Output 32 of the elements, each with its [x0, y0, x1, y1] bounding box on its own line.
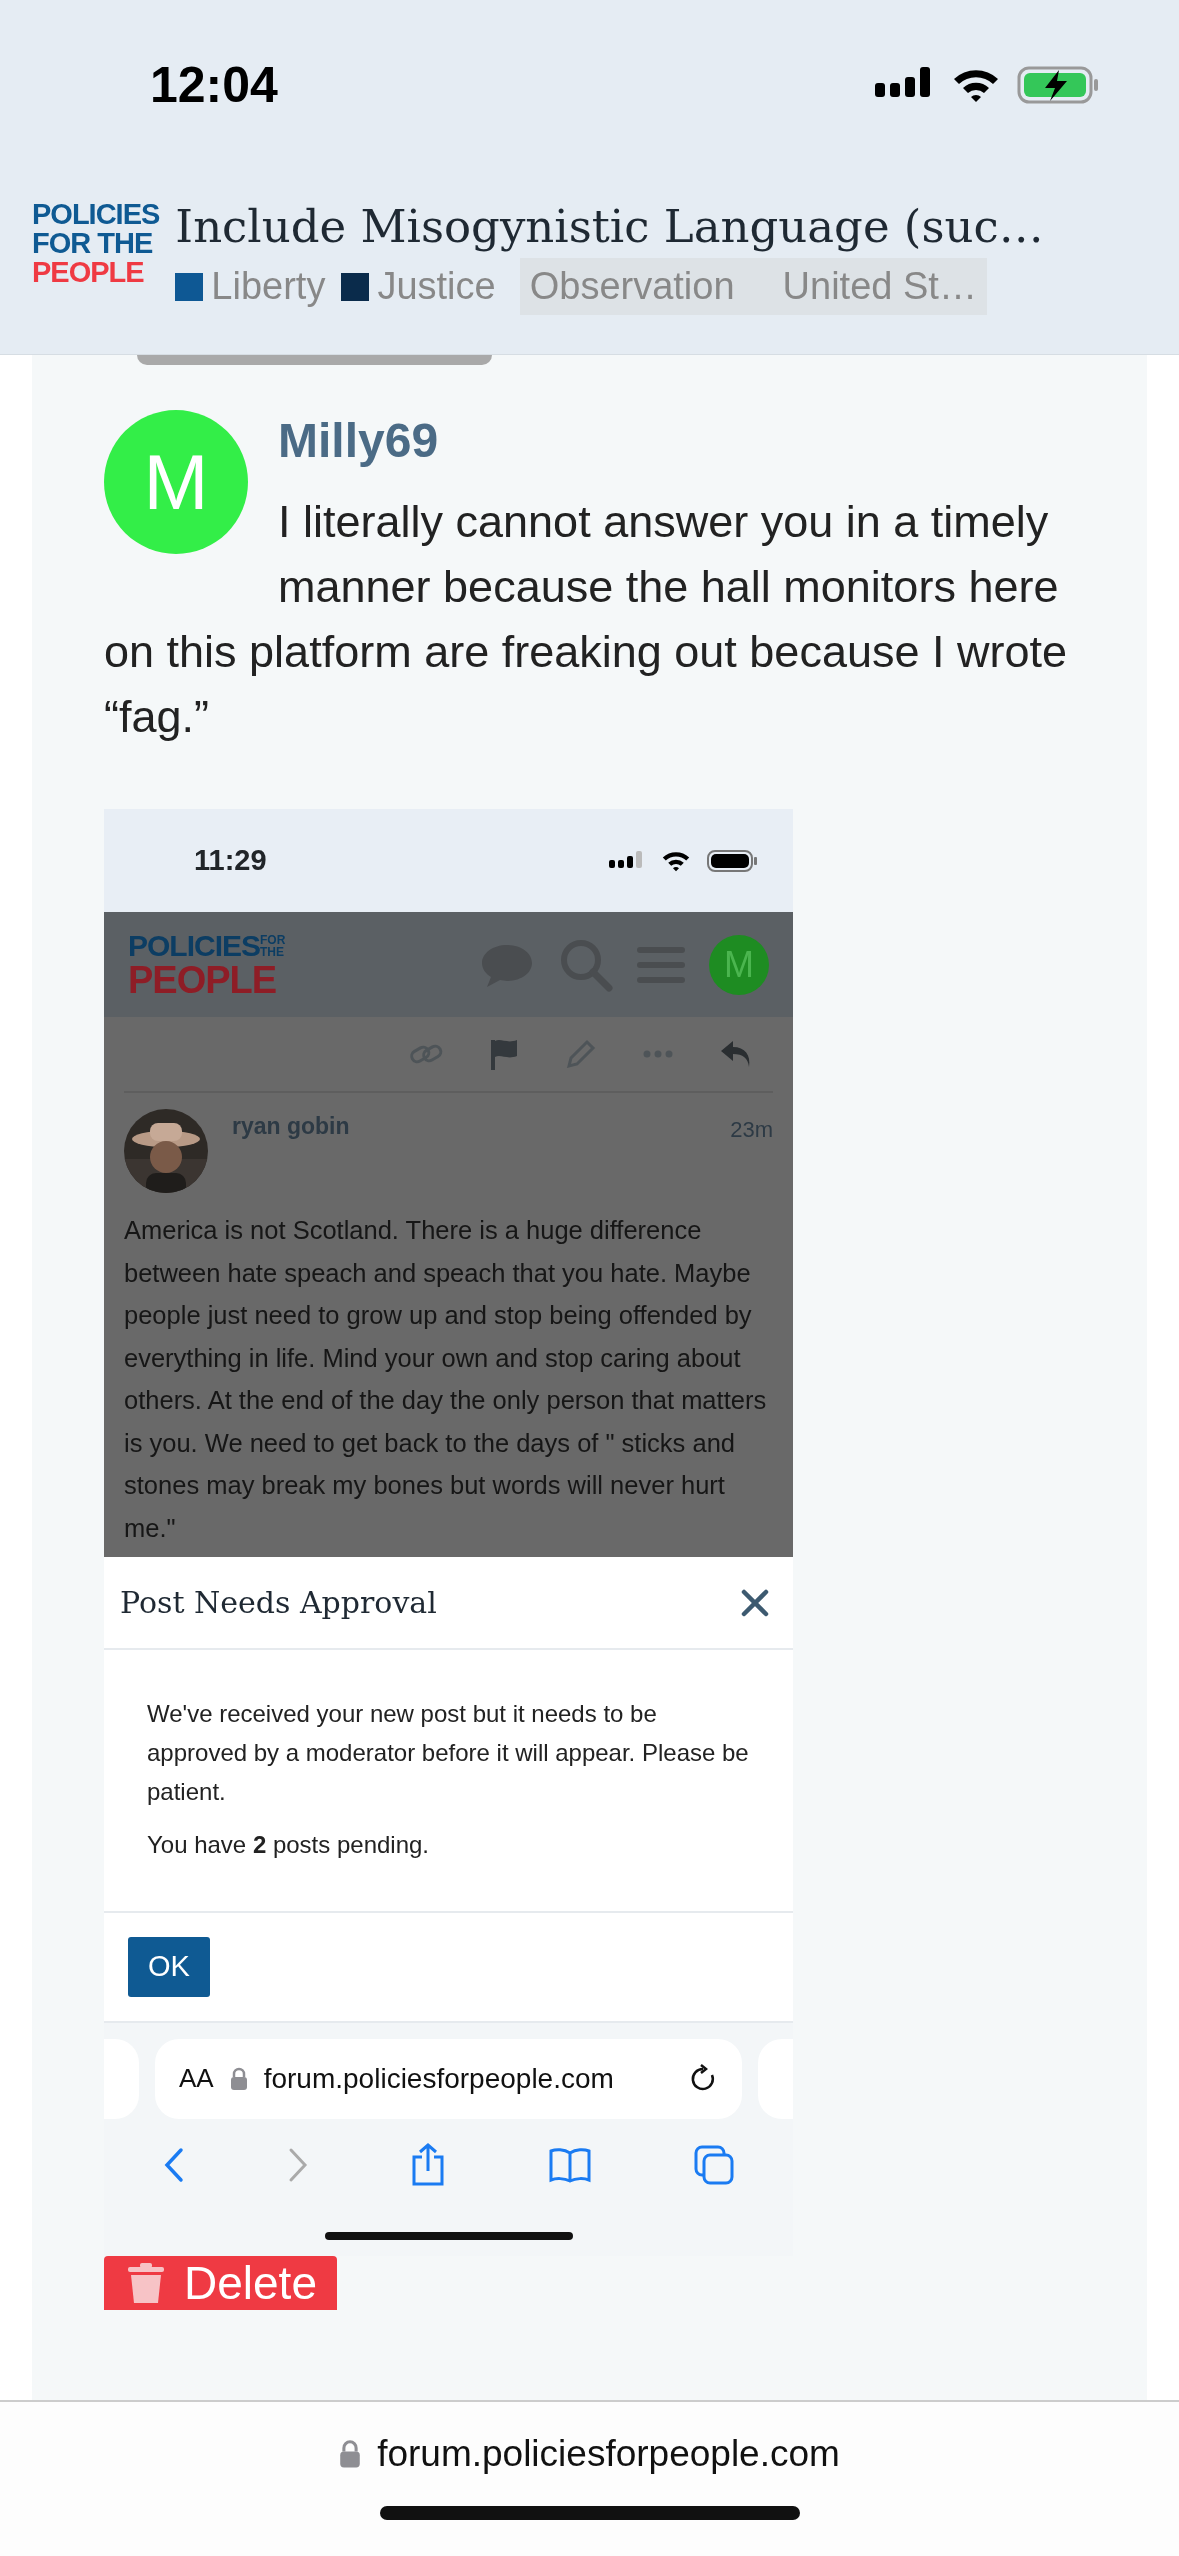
dialog-title: Post Needs Approval	[120, 1584, 437, 1622]
flag-icon[interactable]	[489, 1038, 519, 1070]
battery-icon	[707, 848, 757, 873]
category-link[interactable]: Liberty	[211, 258, 326, 315]
delete-button[interactable]: Delete	[104, 2255, 337, 2310]
url-text[interactable]: forum.policiesforpeople.com	[377, 2426, 840, 2482]
back-icon[interactable]	[162, 2146, 185, 2183]
clock-time: 12:04	[150, 55, 278, 115]
address-bar[interactable]: AA forum.policiesforpeople.com	[155, 2038, 742, 2119]
more-icon[interactable]	[643, 1050, 673, 1058]
post-text: America is not Scotland. There is a huge difference between hate speach and speach that you hate. Maybe people just need to grow up and stop being offended by everything in life. Mind your own and stop caring about others. At the end of the day the only person that matters is you. We need to get back to the days of " sticks and stones may break my bones but words will never hurt me."	[124, 1215, 768, 1544]
lock-icon	[229, 2066, 248, 2091]
text-size-button[interactable]: AA	[179, 2059, 214, 2098]
tag-link[interactable]: Observation	[529, 258, 735, 315]
clock-time: 11:29	[194, 842, 267, 878]
topic-title[interactable]: Include Misogynistic Language (suc…	[175, 200, 1044, 254]
tabs-icon[interactable]	[694, 2144, 735, 2185]
share-icon[interactable]	[410, 2142, 447, 2187]
tag-link[interactable]: United St…	[782, 258, 977, 315]
username[interactable]: ryan gobin	[232, 1109, 350, 1144]
site-logo[interactable]: POLICIES FOR THE PEOPLE	[32, 200, 160, 354]
battery-charging-icon	[1017, 64, 1099, 106]
pencil-icon[interactable]	[565, 1038, 597, 1070]
dialog-message: We've received your new post but it needs to be approved by a moderator before it will appear. Please be patient.	[147, 1699, 750, 1807]
lock-icon	[339, 2438, 362, 2469]
category-link[interactable]: Justice	[377, 258, 496, 315]
close-icon[interactable]	[741, 1588, 769, 1617]
book-icon[interactable]	[548, 2146, 593, 2183]
url-text: forum.policiesforpeople.com	[263, 2061, 614, 2096]
pending-message: You have 2 posts pending.	[147, 1830, 431, 1860]
ok-button[interactable]: OK	[128, 1937, 210, 1997]
post-age[interactable]: 23m	[730, 1113, 773, 1146]
